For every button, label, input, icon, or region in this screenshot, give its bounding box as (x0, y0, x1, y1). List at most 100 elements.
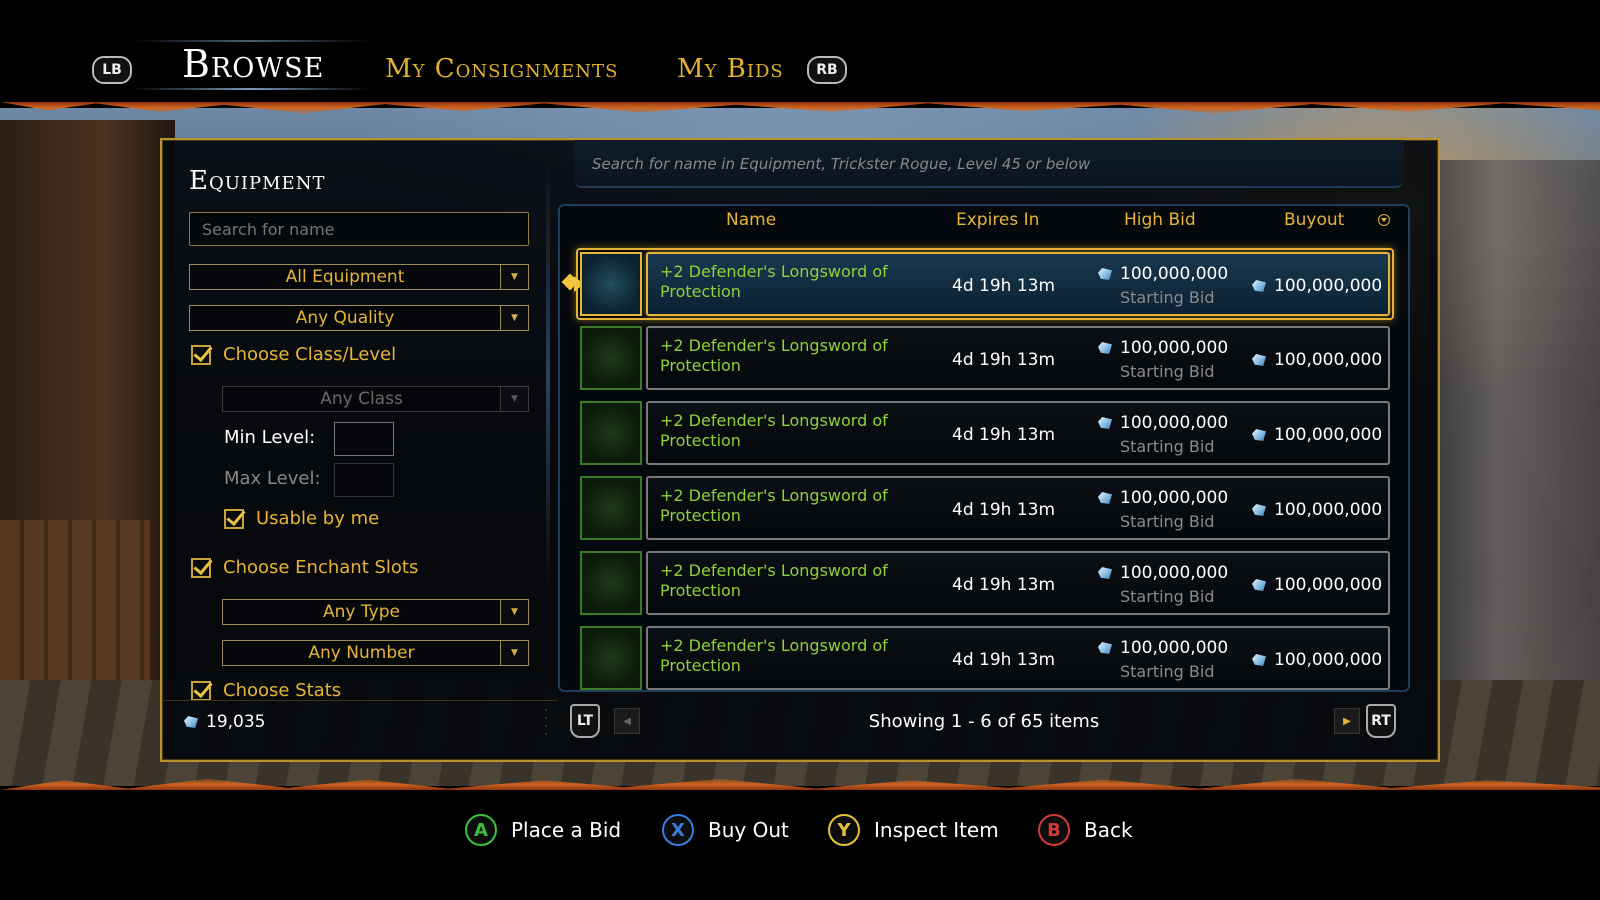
row-cell: +2 Defender's Longsword of Protection 4d… (646, 401, 1390, 465)
table-row[interactable]: +2 Defender's Longsword of Protection 4d… (580, 326, 1390, 390)
bid-amount: 100,000,000 (1120, 638, 1229, 658)
table-row[interactable]: +2 Defender's Longsword of Protection 4d… (574, 248, 1394, 320)
lb-button-icon[interactable]: LB (92, 56, 132, 84)
item-name: +2 Defender's Longsword of Protection (660, 336, 888, 375)
item-expires: 4d 19h 13m (952, 500, 1056, 520)
row-cell: +2 Defender's Longsword of Protection 4d… (646, 551, 1390, 615)
item-thumbnail (580, 476, 642, 540)
rb-button-icon[interactable]: RB (807, 56, 847, 84)
currency-balance: 19,035 (184, 712, 265, 732)
astral-diamond-icon (1098, 268, 1112, 280)
next-page-button[interactable]: ▶ (1334, 708, 1360, 734)
row-cell: +2 Defender's Longsword of Protection 4d… (646, 476, 1390, 540)
back-action[interactable]: B Back (1038, 814, 1133, 846)
item-expires: 4d 19h 13m (952, 575, 1056, 595)
chevron-down-icon: ▼ (500, 600, 528, 624)
item-high-bid: 100,000,000 (1098, 338, 1228, 358)
background-rock (1430, 160, 1600, 720)
panel-scrollbar[interactable] (546, 162, 550, 592)
astral-diamond-icon (1252, 504, 1266, 516)
astral-diamond-icon (1098, 492, 1112, 504)
quality-dropdown[interactable]: Any Quality ▼ (189, 305, 529, 331)
buyout-amount: 100,000,000 (1274, 350, 1383, 370)
column-buyout[interactable]: Buyout (1284, 210, 1344, 230)
column-name[interactable]: Name (726, 210, 776, 230)
a-button-icon: A (465, 814, 497, 846)
bid-amount: 100,000,000 (1120, 264, 1229, 284)
buyout-amount: 100,000,000 (1274, 425, 1383, 445)
item-name: +2 Defender's Longsword of Protection (660, 262, 888, 301)
item-expires: 4d 19h 13m (952, 350, 1056, 370)
item-name: +2 Defender's Longsword of Protection (660, 486, 888, 525)
choose-stats-label: Choose Stats (223, 680, 342, 700)
tab-my-bids[interactable]: My Bids (677, 54, 784, 84)
bid-type: Starting Bid (1120, 662, 1215, 681)
bid-amount: 100,000,000 (1120, 413, 1229, 433)
choose-class-checkbox[interactable]: Choose Class/Level (191, 344, 396, 365)
currency-amount: 19,035 (206, 712, 266, 732)
enchant-type-label: Any Type (323, 602, 400, 622)
item-high-bid: 100,000,000 (1098, 488, 1228, 508)
class-dropdown[interactable]: Any Class ▼ (222, 386, 529, 412)
buyout-amount: 100,000,000 (1274, 500, 1383, 520)
item-high-bid: 100,000,000 (1098, 563, 1228, 583)
filter-panel: Equipment All Equipment ▼ Any Quality ▼ … (162, 140, 557, 700)
checkbox-checked-icon (191, 344, 211, 365)
tab-browse[interactable]: Browse (182, 42, 324, 86)
enchant-number-dropdown[interactable]: Any Number ▼ (222, 640, 529, 666)
bid-type: Starting Bid (1120, 362, 1215, 381)
choose-enchant-checkbox[interactable]: Choose Enchant Slots (191, 557, 418, 578)
bid-amount: 100,000,000 (1120, 488, 1229, 508)
astral-diamond-icon (1252, 280, 1266, 292)
top-tab-bar: LB Browse My Consignments My Bids RB (0, 0, 1600, 108)
item-expires: 4d 19h 13m (952, 276, 1056, 296)
item-buyout: 100,000,000 (1252, 500, 1382, 520)
column-high-bid[interactable]: High Bid (1124, 210, 1196, 230)
active-tab-underline (130, 88, 370, 90)
item-expires: 4d 19h 13m (952, 425, 1056, 445)
item-expires: 4d 19h 13m (952, 650, 1056, 670)
astral-diamond-icon (1098, 567, 1112, 579)
equipment-dropdown[interactable]: All Equipment ▼ (189, 264, 529, 290)
item-buyout: 100,000,000 (1252, 350, 1382, 370)
usable-by-me-checkbox[interactable]: Usable by me (224, 508, 379, 529)
inspect-item-action[interactable]: Y Inspect Item (828, 814, 999, 846)
item-high-bid: 100,000,000 (1098, 413, 1228, 433)
checkbox-checked-icon (224, 508, 244, 529)
usable-by-me-label: Usable by me (256, 508, 380, 529)
panel-title: Equipment (189, 166, 326, 196)
place-bid-action[interactable]: A Place a Bid (465, 814, 621, 846)
buy-out-action[interactable]: X Buy Out (662, 814, 789, 846)
drag-handle-icon: · · · · (544, 703, 548, 741)
place-bid-label: Place a Bid (511, 818, 622, 842)
table-row[interactable]: +2 Defender's Longsword of Protection 4d… (580, 476, 1390, 540)
table-header: Name Expires In High Bid Buyout (560, 206, 1408, 244)
bid-type: Starting Bid (1120, 437, 1215, 456)
item-buyout: 100,000,000 (1252, 650, 1382, 670)
bid-type: Starting Bid (1120, 587, 1215, 606)
buyout-amount: 100,000,000 (1274, 650, 1383, 670)
choose-stats-checkbox[interactable]: Choose Stats (191, 680, 341, 700)
row-cell: +2 Defender's Longsword of Protection 4d… (646, 252, 1390, 316)
search-input[interactable] (189, 212, 529, 246)
item-thumbnail (580, 252, 642, 316)
item-thumbnail (580, 401, 642, 465)
enchant-type-dropdown[interactable]: Any Type ▼ (222, 599, 529, 625)
astral-diamond-icon (1252, 429, 1266, 441)
tab-my-consignments[interactable]: My Consignments (385, 54, 618, 84)
table-row[interactable]: +2 Defender's Longsword of Protection 4d… (580, 626, 1390, 690)
min-level-field[interactable] (334, 422, 394, 456)
astral-diamond-icon (184, 716, 198, 728)
chevron-down-icon: ▼ (500, 306, 528, 330)
astral-diamond-icon (1252, 354, 1266, 366)
rt-button-icon[interactable]: RT (1366, 704, 1396, 738)
row-cell: +2 Defender's Longsword of Protection 4d… (646, 626, 1390, 690)
item-buyout: 100,000,000 (1252, 276, 1382, 296)
table-row[interactable]: +2 Defender's Longsword of Protection 4d… (580, 551, 1390, 615)
sort-icon[interactable] (1378, 214, 1390, 226)
column-expires[interactable]: Expires In (956, 210, 1039, 230)
buyout-amount: 100,000,000 (1274, 276, 1383, 296)
max-level-field[interactable] (334, 463, 394, 497)
enchant-number-label: Any Number (308, 643, 415, 663)
table-row[interactable]: +2 Defender's Longsword of Protection 4d… (580, 401, 1390, 465)
